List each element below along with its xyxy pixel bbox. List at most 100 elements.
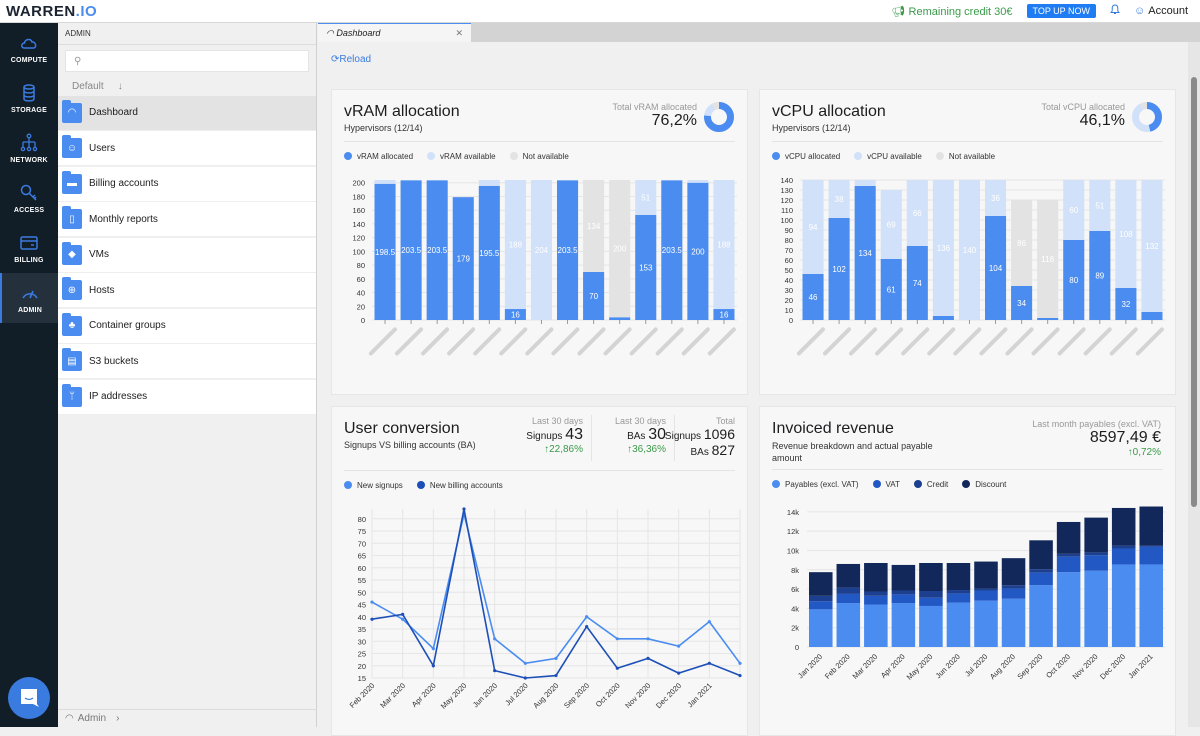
nav-item-vms[interactable]: ◆ VMs xyxy=(58,237,316,273)
legend-item[interactable]: vRAM available xyxy=(427,152,496,161)
bar-segment xyxy=(891,594,916,604)
branch-icon: ᛘ xyxy=(62,383,82,407)
legend-item[interactable]: VAT xyxy=(872,480,900,489)
bar-segment xyxy=(1139,546,1163,565)
stat-change: ↑36,36% xyxy=(627,444,666,455)
data-point xyxy=(431,647,435,651)
y-tick-label: 2k xyxy=(791,624,799,633)
legend-item[interactable]: Not available xyxy=(935,152,995,161)
kpi-label: Total vRAM allocated xyxy=(612,102,697,112)
nav-item-s3-buckets[interactable]: ▤ S3 buckets xyxy=(58,344,316,379)
close-icon[interactable]: ✕ xyxy=(455,28,463,39)
legend-item[interactable]: vRAM allocated xyxy=(344,152,413,161)
legend-item[interactable]: New billing accounts xyxy=(416,481,503,490)
nav-item-label: Dashboard xyxy=(89,107,138,118)
nav-item-label: Billing accounts xyxy=(89,178,159,189)
remaining-credit[interactable]: 📢︎ Remaining credit 30€ xyxy=(892,5,1013,18)
y-tick-label: 25 xyxy=(358,650,366,659)
data-point xyxy=(370,617,374,621)
legend-item[interactable]: Credit xyxy=(913,480,948,489)
x-tick-label: May 2020 xyxy=(439,681,469,711)
y-tick-label: 60 xyxy=(357,275,365,284)
card-title: vRAM allocation xyxy=(344,103,460,120)
y-tick-label: 12k xyxy=(787,527,799,536)
stat-name: Signups xyxy=(526,431,563,442)
legend-item[interactable]: Payables (excl. VAT) xyxy=(772,480,859,489)
data-label: 153 xyxy=(639,264,653,273)
legend-item[interactable]: vCPU available xyxy=(854,152,922,161)
chevron-right-icon: › xyxy=(116,713,120,724)
bar-segment xyxy=(864,604,888,647)
data-point xyxy=(615,666,619,670)
nav-item-billing-accounts[interactable]: ▬ Billing accounts xyxy=(58,166,316,202)
bar-segment xyxy=(946,593,971,603)
x-tick-label: Nov 2020 xyxy=(1070,652,1099,681)
top-up-button[interactable]: TOP UP NOW xyxy=(1026,4,1097,18)
rail-item-access[interactable]: ACCESS xyxy=(0,173,58,223)
x-tick-label-redacted xyxy=(577,327,606,356)
nav-item-dashboard[interactable]: ◠ Dashboard xyxy=(58,95,316,131)
search-input[interactable]: ⚲ xyxy=(65,50,309,72)
bar-segment xyxy=(687,180,709,183)
bar-segment xyxy=(1001,585,1026,589)
bar-segment xyxy=(864,595,888,605)
reload-button[interactable]: ⟳Reload xyxy=(331,54,371,65)
sort-control[interactable]: Default ↓ xyxy=(58,77,316,95)
x-tick-label-redacted xyxy=(629,327,658,356)
breadcrumb[interactable]: ◠ Admin › xyxy=(58,709,317,727)
rail-item-admin[interactable]: ADMIN xyxy=(0,273,58,323)
nav-item-users[interactable]: ☺ Users xyxy=(58,131,316,166)
y-tick-label: 70 xyxy=(358,539,366,548)
nav-item-ip-addresses[interactable]: ᛘ IP addresses xyxy=(58,379,316,415)
legend-item[interactable]: Not available xyxy=(509,152,569,161)
x-tick-label: Jan 2020 xyxy=(796,652,824,680)
bar-segment xyxy=(609,317,631,320)
nav-item-hosts[interactable]: ⊕ Hosts xyxy=(58,273,316,308)
data-label: 188 xyxy=(717,241,731,250)
x-tick-label-redacted xyxy=(875,327,904,356)
y-tick-label: 0 xyxy=(795,643,799,652)
nav-item-monthly-reports[interactable]: ▯ Monthly reports xyxy=(58,202,316,237)
bar-segment xyxy=(1111,545,1136,549)
y-tick-label: 120 xyxy=(352,234,365,243)
rail-item-compute[interactable]: COMPUTE xyxy=(0,23,58,73)
rail-label: NETWORK xyxy=(10,156,48,164)
chat-launcher-button[interactable] xyxy=(8,677,50,719)
legend-item[interactable]: New signups xyxy=(344,481,403,490)
kpi-value: 46,1% xyxy=(1079,112,1125,129)
nav-item-label: Users xyxy=(89,142,116,154)
x-tick-label-redacted xyxy=(499,327,528,356)
legend-item[interactable]: Discount xyxy=(962,480,1006,489)
y-tick-label: 110 xyxy=(781,206,793,215)
bell-icon[interactable] xyxy=(1109,4,1121,18)
legend-item[interactable]: vCPU allocated xyxy=(772,152,840,161)
account-menu[interactable]: ☺ Account xyxy=(1134,5,1188,17)
x-tick-label-redacted xyxy=(473,327,502,356)
x-tick-label-redacted xyxy=(368,327,397,356)
x-tick-label-redacted xyxy=(822,327,852,356)
x-tick-label: Apr 2020 xyxy=(410,681,438,709)
bar-segment xyxy=(919,563,943,591)
x-tick-label-redacted xyxy=(1005,327,1034,356)
data-point xyxy=(738,673,742,678)
legend-label: New signups xyxy=(357,481,403,490)
logo[interactable]: WARREN.IO xyxy=(6,3,97,20)
scrollbar-thumb[interactable] xyxy=(1191,77,1197,507)
kpi-change: ↑0,72% xyxy=(1127,447,1161,458)
bar-segment xyxy=(1056,572,1081,647)
rail-item-network[interactable]: NETWORK xyxy=(0,123,58,173)
tab-dashboard[interactable]: ◠ Dashboard ✕ xyxy=(318,23,471,42)
nav-item-container-groups[interactable]: ♣ Container groups xyxy=(58,308,316,344)
y-tick-label: 20 xyxy=(357,302,365,311)
card-subtitle: Hypervisors (12/14) xyxy=(772,123,851,133)
bar-segment xyxy=(919,597,943,606)
rail-item-storage[interactable]: STORAGE xyxy=(0,73,58,123)
y-tick-label: 100 xyxy=(352,247,365,256)
bar-segment xyxy=(974,600,998,647)
data-label: 203.5 xyxy=(662,246,683,255)
legend-label: vCPU available xyxy=(867,152,922,161)
scrollbar[interactable] xyxy=(1188,42,1200,727)
logo-suffix: .IO xyxy=(75,2,98,20)
stat-value: 827 xyxy=(711,442,735,458)
rail-item-billing[interactable]: BILLING xyxy=(0,223,58,273)
